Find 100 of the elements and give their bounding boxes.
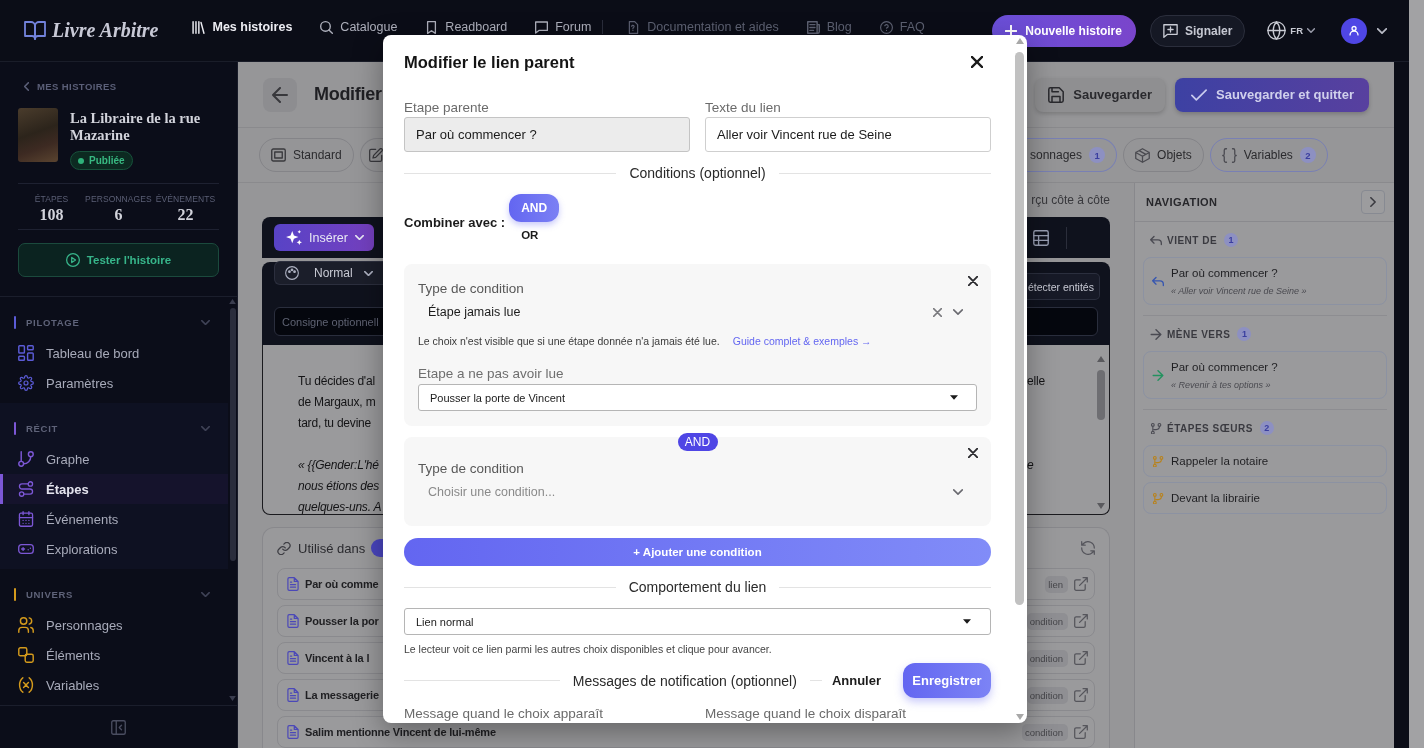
save-button[interactable]: Enregistrer [903, 663, 991, 698]
report-button[interactable]: Signaler [1149, 14, 1246, 47]
section-heading: Comportement du lien [627, 579, 768, 595]
nav-link[interactable]: Catalogue [320, 20, 398, 34]
add-condition-button[interactable]: + Ajouter une condition [404, 538, 991, 566]
sidebar-nav-item[interactable]: Explorations [0, 534, 228, 564]
nav-link[interactable]: Readboard [425, 20, 508, 34]
relation-tag: ondition [1026, 649, 1068, 667]
operator-option[interactable]: AND [509, 194, 560, 222]
section-header[interactable]: PILOTAGE [0, 310, 228, 334]
count-badge: 1 [1089, 147, 1106, 163]
new-story-button[interactable]: Nouvelle histoire [992, 14, 1136, 47]
chat-bubble-icon [535, 20, 549, 34]
cube-icon [1135, 147, 1151, 163]
close-button[interactable] [971, 56, 983, 68]
sidebar-nav-item[interactable]: Événements [0, 504, 228, 534]
edit-icon [368, 148, 383, 162]
settings-icon [18, 375, 34, 391]
step-title: La messagerie [305, 689, 379, 701]
condition-type-select[interactable]: Choisir une condition... [418, 478, 977, 506]
mode-button[interactable]: Standard [259, 138, 354, 172]
link-quote: « Revenir à tes options » [1171, 379, 1272, 391]
sidebar-nav-item[interactable]: Éléments [0, 640, 228, 670]
cancel-button[interactable]: Annuler [821, 673, 891, 688]
text-field[interactable]: Aller voir Vincent rue de Seine [705, 117, 991, 152]
table-button[interactable] [1033, 229, 1049, 246]
account-menu-button[interactable] [1341, 17, 1387, 44]
help-text: Le lecteur voit ce lien parmi les autres choix disponibles et clique pour avancer. [404, 642, 773, 656]
close-icon [968, 276, 978, 286]
entity-tab[interactable]: Objets [1123, 138, 1204, 172]
step-link-card[interactable]: Par où commencer ? « Revenir à tes options » [1143, 351, 1387, 399]
chevron-down-icon [1377, 27, 1387, 34]
preview-toggle-label[interactable]: rçu côte à côte [1031, 193, 1110, 207]
scrollbar-thumb[interactable] [229, 308, 236, 561]
step-link-card[interactable]: Par où commencer ? « Aller voir Vincent rue de Seine » [1143, 257, 1387, 305]
scrollbar-thumb[interactable] [1015, 52, 1024, 605]
app-logo-text[interactable]: Livre Arbitre [52, 19, 159, 42]
entity-tab[interactable]: Variables 2 [1209, 138, 1328, 172]
edit-mode-button[interactable] [359, 138, 383, 172]
arrow-right-icon [1150, 328, 1162, 340]
refresh-button[interactable] [1081, 541, 1095, 555]
guide-link[interactable]: Guide complet & exemples → [732, 335, 872, 347]
section-heading: Conditions (optionnel) [628, 165, 767, 181]
save-button[interactable]: Sauvegarder [1035, 77, 1165, 112]
cover-photo-placeholder [18, 108, 58, 162]
text-style-dropdown[interactable]: Normal [274, 261, 383, 285]
stat-label: ÉVÉNEMENTS [155, 194, 216, 204]
step-select[interactable]: Pousser la porte de Vincent [418, 384, 977, 411]
detect-entities-button[interactable]: étecter entités [1027, 273, 1100, 300]
route-icon [18, 481, 34, 497]
play-circle-icon [65, 253, 80, 267]
search-icon [320, 20, 334, 34]
collapse-sidebar-button[interactable] [111, 719, 126, 735]
back-button[interactable] [263, 77, 297, 112]
dropdown-caret-icon [950, 395, 958, 400]
chevron-down-icon [953, 489, 963, 495]
scrollbar[interactable] [1014, 38, 1025, 720]
document-icon [287, 651, 299, 665]
remove-condition-button[interactable] [968, 276, 978, 286]
sidebar-nav-item[interactable]: Personnages [0, 610, 228, 640]
remove-condition-button[interactable] [968, 448, 978, 458]
scroll-up-arrow-icon [229, 299, 236, 304]
link-icon [277, 541, 291, 555]
branch-icon [18, 451, 34, 467]
sidebar-nav-item[interactable]: Étapes [0, 474, 228, 504]
test-story-button[interactable]: Tester l'histoire [18, 243, 219, 277]
field-label: Texte du lien [705, 100, 782, 116]
step-link-card[interactable]: Devant la librairie [1143, 482, 1387, 514]
entity-tab[interactable]: sonnages 1 [1027, 138, 1118, 172]
save-and-quit-button[interactable]: Sauvegarder et quitter [1175, 77, 1369, 112]
reply-arrow-icon [1150, 234, 1162, 246]
dropdown-caret-icon [963, 619, 971, 624]
text-field[interactable]: Par où commencer ? [404, 117, 690, 152]
shapes-icon [18, 647, 34, 663]
chevron-right-icon [1370, 197, 1376, 207]
condition-type-select[interactable]: Étape jamais lue [418, 298, 977, 326]
page-scrollbar[interactable] [1409, 0, 1424, 748]
scrollbar-thumb[interactable] [1097, 370, 1105, 420]
sidebar-nav-item[interactable]: Tableau de bord [0, 338, 228, 368]
section-title: RÉCIT [26, 422, 58, 434]
language-selector[interactable]: FR [1267, 21, 1315, 40]
sidebar-nav-item[interactable]: Graphe [0, 444, 228, 474]
nav-link[interactable]: Mes histoires [192, 20, 293, 34]
nav-link[interactable]: Forum [535, 20, 592, 34]
section-header[interactable]: UNIVERS [0, 582, 228, 606]
fork-icon [1152, 492, 1164, 504]
sidebar-nav-item[interactable]: Variables [0, 670, 228, 700]
reply-arrow-icon [1152, 275, 1164, 287]
dialog-title: Modifier le lien parent [404, 52, 575, 72]
step-title: Par où commencer ? [1171, 265, 1279, 280]
insert-button[interactable]: Insérer [274, 224, 374, 251]
sidebar-nav-item[interactable]: Paramètres [0, 368, 228, 398]
link-behavior-select[interactable]: Lien normal [404, 608, 991, 635]
status-label: Publiée [89, 155, 125, 166]
operator-option[interactable]: OR [509, 222, 551, 248]
section-heading: Messages de notification (optionnel) [571, 672, 798, 689]
users-icon [18, 617, 34, 633]
step-link-card[interactable]: Rappeler la notaire [1143, 445, 1387, 477]
chevron-left-icon [24, 81, 29, 91]
collapse-panel-button[interactable] [1361, 190, 1385, 214]
